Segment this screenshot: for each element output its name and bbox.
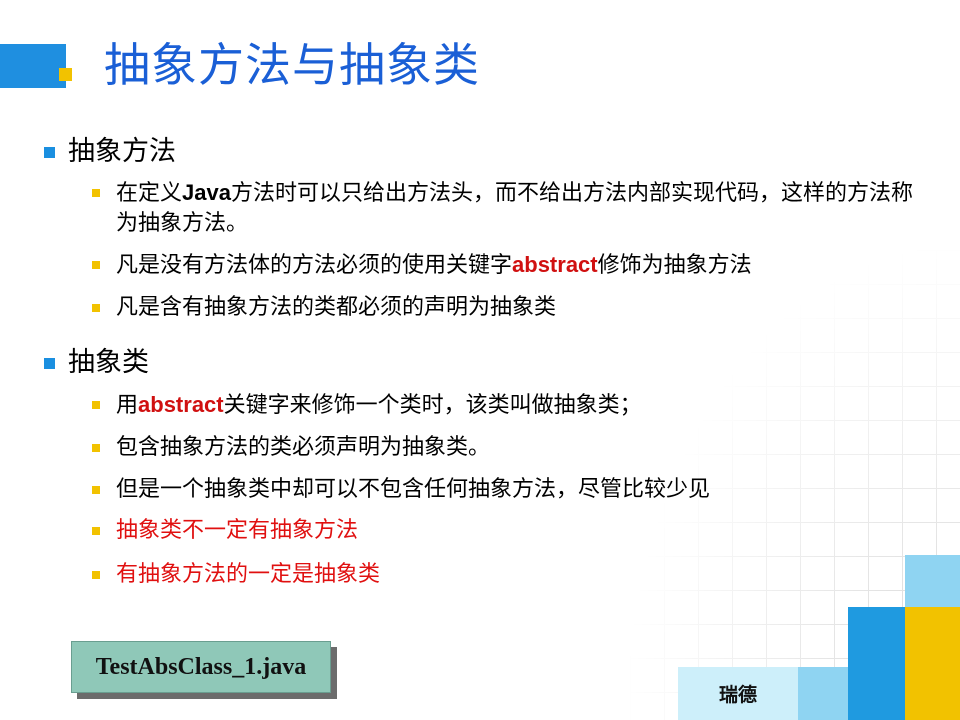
- section-heading-text: 抽象类: [68, 347, 149, 378]
- bullet-icon: [92, 527, 100, 535]
- bullet-icon: [92, 444, 100, 452]
- list-item: 有抽象方法的一定是抽象类: [92, 560, 922, 590]
- footer-label: 瑞德: [718, 684, 757, 706]
- list-item-text: 凡是含有抽象方法的类都必须的声明为抽象类: [116, 293, 922, 323]
- list-item: 包含抽象方法的类必须声明为抽象类。: [92, 433, 922, 463]
- square-bullet-icon: [44, 146, 55, 158]
- list-item-text: 在定义Java方法时可以只给出方法头，而不给出方法内部实现代码，这样的方法称为抽…: [116, 178, 922, 239]
- text-run: 关键字来修饰一个类时，该类叫做抽象类；: [223, 393, 642, 418]
- list-item-text: 有抽象方法的一定是抽象类: [116, 560, 922, 590]
- list-item-text: 但是一个抽象类中却可以不包含任何抽象方法，尽管比较少见: [116, 475, 922, 505]
- keyword-text: abstract: [512, 252, 598, 277]
- slide-title: 抽象方法与抽象类: [104, 38, 480, 92]
- list-item-text: 凡是没有方法体的方法必须的使用关键字abstract修饰为抽象方法: [116, 250, 922, 281]
- list-item: 在定义Java方法时可以只给出方法头，而不给出方法内部实现代码，这样的方法称为抽…: [92, 178, 922, 239]
- list-item-text: 抽象类不一定有抽象方法: [116, 516, 922, 546]
- section-heading-abstract-class: 抽象类: [44, 345, 149, 381]
- list-item: 凡是没有方法体的方法必须的使用关键字abstract修饰为抽象方法: [92, 250, 922, 281]
- bullet-icon: [92, 571, 100, 579]
- decor-block: [848, 607, 905, 667]
- text-run: 用: [116, 393, 139, 418]
- text-run: 包含抽象方法的类必须声明为抽象类。: [116, 435, 491, 460]
- list-item: 用abstract关键字来修饰一个类时，该类叫做抽象类；: [92, 390, 922, 421]
- text-run: 方法时可以只给出方法头，而不给出方法内部实现代码，这样的方法称为抽象方法。: [116, 181, 913, 236]
- title-accent-bar: [0, 44, 66, 88]
- list-item: 抽象类不一定有抽象方法: [92, 516, 922, 546]
- bullet-icon: [92, 189, 100, 197]
- bullet-icon: [92, 304, 100, 312]
- list-item-text: 包含抽象方法的类必须声明为抽象类。: [116, 433, 922, 463]
- decor-block: [905, 607, 960, 667]
- text-run: 有抽象方法的一定是抽象类: [116, 562, 381, 587]
- bullet-icon: [92, 486, 100, 494]
- list-item: 凡是含有抽象方法的类都必须的声明为抽象类: [92, 293, 922, 323]
- decor-block: [848, 667, 905, 720]
- decor-block: [798, 667, 848, 720]
- keyword-text: abstract: [138, 392, 224, 417]
- text-run: 修饰为抽象方法: [597, 253, 752, 278]
- section-heading-text: 抽象方法: [68, 136, 176, 167]
- decor-block: [905, 667, 960, 720]
- text-run: 凡是没有方法体的方法必须的使用关键字: [116, 253, 513, 278]
- section-heading-abstract-method: 抽象方法: [44, 134, 176, 170]
- file-label-box[interactable]: TestAbsClass_1.java: [71, 641, 331, 693]
- title-accent-square: [59, 68, 72, 81]
- text-run: 在定义: [116, 181, 183, 206]
- square-bullet-icon: [44, 357, 55, 369]
- bullet-icon: [92, 401, 100, 409]
- list-item-text: 用abstract关键字来修饰一个类时，该类叫做抽象类；: [116, 390, 922, 421]
- text-run: 凡是含有抽象方法的类都必须的声明为抽象类: [116, 295, 557, 320]
- text-run: Java: [182, 180, 231, 205]
- text-run: 但是一个抽象类中却可以不包含任何抽象方法，尽管比较少见: [116, 477, 711, 502]
- text-run: 抽象类不一定有抽象方法: [116, 518, 359, 543]
- list-item: 但是一个抽象类中却可以不包含任何抽象方法，尽管比较少见: [92, 475, 922, 505]
- bullet-icon: [92, 261, 100, 269]
